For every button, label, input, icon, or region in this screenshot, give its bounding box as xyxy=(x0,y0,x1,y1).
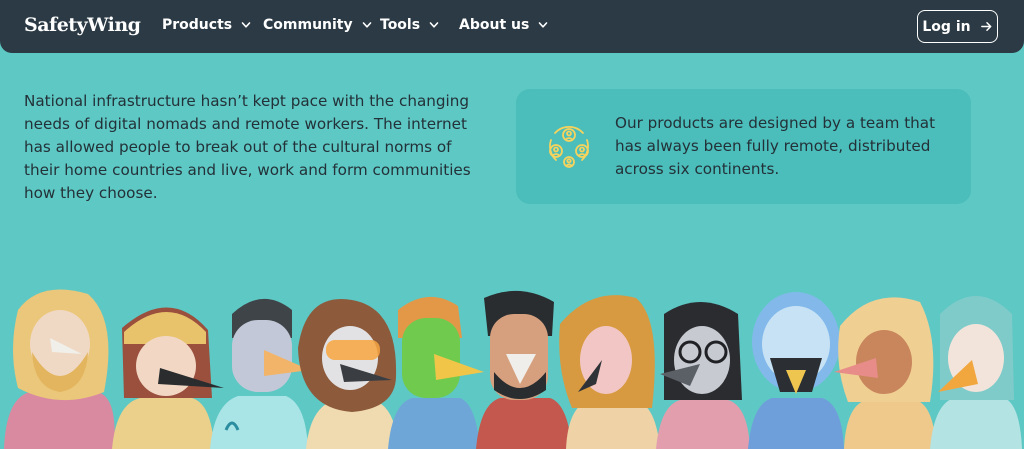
character-1 xyxy=(4,289,115,449)
chevron-down-icon xyxy=(362,22,371,28)
login-button[interactable]: Log in xyxy=(917,10,998,43)
remote-team-card: Our products are designed by a team that… xyxy=(516,89,971,204)
nav-community[interactable]: Community xyxy=(263,17,372,33)
character-8 xyxy=(656,302,750,449)
character-9 xyxy=(748,292,844,449)
login-label: Log in xyxy=(922,18,971,35)
remote-team-text: Our products are designed by a team that… xyxy=(615,114,936,178)
nav-products[interactable]: Products xyxy=(162,17,251,33)
character-4 xyxy=(298,299,398,449)
team-illustration xyxy=(4,289,1022,449)
safetywing-logo[interactable]: SafetyWing xyxy=(24,14,141,36)
nav-tools[interactable]: Tools xyxy=(380,17,439,33)
character-2 xyxy=(112,307,224,449)
character-11 xyxy=(930,296,1022,449)
character-5 xyxy=(388,296,484,449)
nav-about-us-label: About us xyxy=(459,17,530,33)
nav-community-label: Community xyxy=(263,17,353,33)
nav-tools-label: Tools xyxy=(380,17,421,33)
character-10 xyxy=(834,297,936,449)
nav-about-us[interactable]: About us xyxy=(459,17,548,33)
character-7 xyxy=(559,295,660,449)
character-3 xyxy=(210,298,310,449)
nav-products-label: Products xyxy=(162,17,233,33)
intro-paragraph: National infrastructure hasn’t kept pace… xyxy=(24,92,471,202)
chevron-down-icon xyxy=(241,22,251,28)
character-6 xyxy=(476,290,572,449)
chevron-down-icon xyxy=(429,22,439,28)
arrow-right-icon xyxy=(980,22,992,31)
chevron-down-icon xyxy=(539,22,548,28)
top-navbar: SafetyWing Products Community Tools Abou… xyxy=(0,0,1024,53)
globe-people-icon xyxy=(549,126,589,168)
